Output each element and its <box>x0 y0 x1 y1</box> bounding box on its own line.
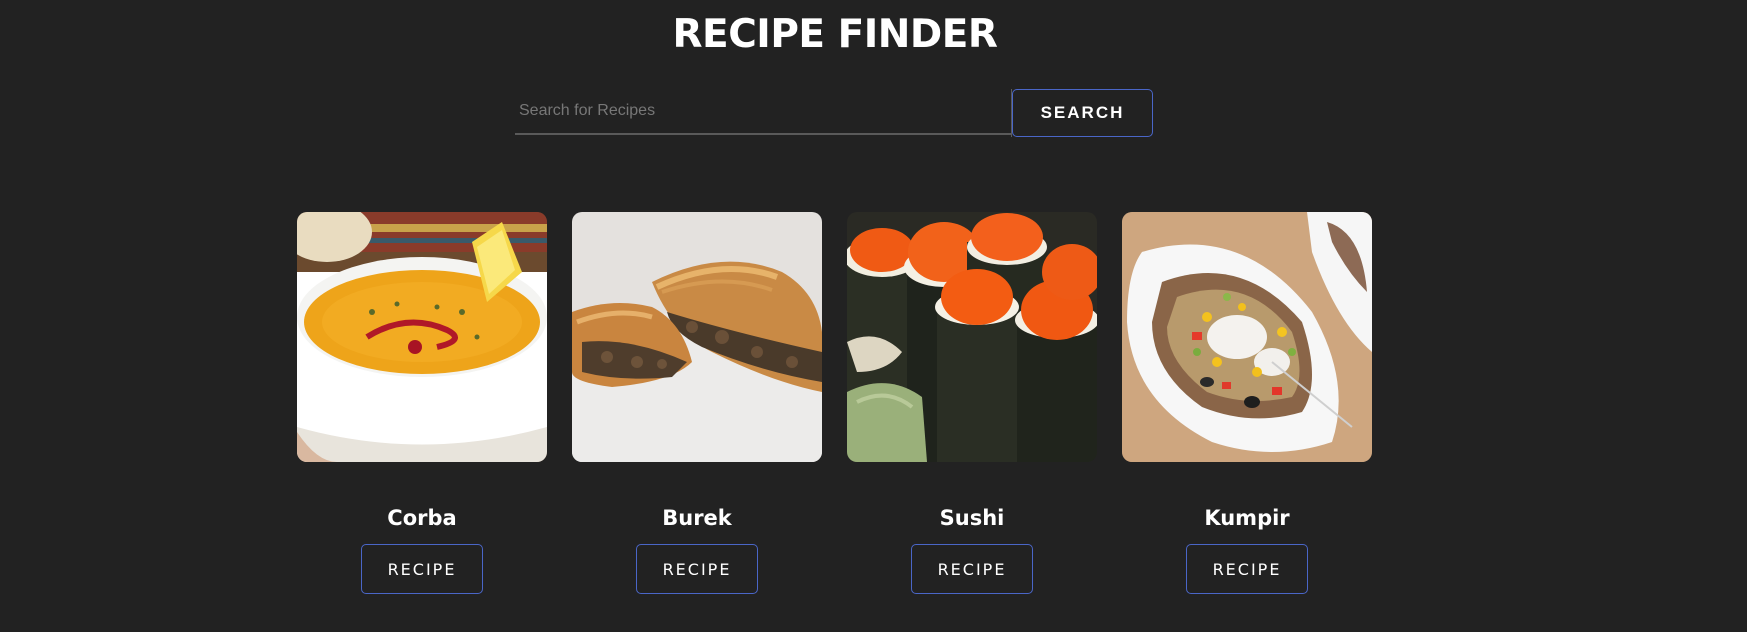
recipe-button[interactable]: RECIPE <box>1186 544 1308 594</box>
recipe-card-list: Corba RECIPE Burek RECIPE Sushi RECIPE K… <box>297 212 1372 594</box>
search-bar: SEARCH <box>515 89 1153 137</box>
baked-potato-photo <box>1122 212 1372 462</box>
page: RECIPE FINDER SEARCH <box>0 0 1747 632</box>
recipe-name: Sushi <box>939 506 1005 530</box>
recipe-card: Burek RECIPE <box>572 212 822 594</box>
recipe-button[interactable]: RECIPE <box>361 544 483 594</box>
search-button[interactable]: SEARCH <box>1012 89 1153 137</box>
recipe-button[interactable]: RECIPE <box>636 544 758 594</box>
recipe-card: Kumpir RECIPE <box>1122 212 1372 594</box>
recipe-name: Burek <box>662 506 732 530</box>
recipe-card: Sushi RECIPE <box>847 212 1097 594</box>
page-title: RECIPE FINDER <box>672 12 998 57</box>
recipe-card: Corba RECIPE <box>297 212 547 594</box>
recipe-name: Corba <box>387 506 457 530</box>
search-input[interactable] <box>515 89 1011 135</box>
burek-pastry-photo <box>572 212 822 462</box>
recipe-button[interactable]: RECIPE <box>911 544 1033 594</box>
sushi-rolls-photo <box>847 212 1097 462</box>
lentil-soup-photo <box>297 212 547 462</box>
recipe-name: Kumpir <box>1204 506 1290 530</box>
